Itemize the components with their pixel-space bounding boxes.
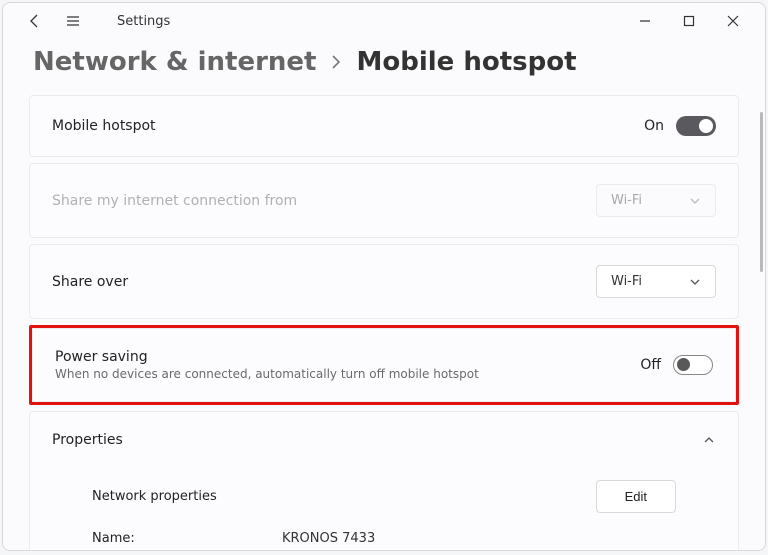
settings-window: Settings Network & internet Mobile hotsp… — [2, 2, 766, 551]
app-title: Settings — [117, 14, 170, 29]
mobile-hotspot-card[interactable]: Mobile hotspot On — [29, 95, 739, 157]
property-name-value: KRONOS 7433 — [282, 531, 375, 546]
share-over-card: Share over Wi-Fi — [29, 244, 739, 319]
power-saving-card[interactable]: Power saving When no devices are connect… — [32, 328, 736, 402]
maximize-icon[interactable] — [679, 11, 699, 31]
share-over-value: Wi-Fi — [611, 274, 642, 289]
back-icon[interactable] — [25, 11, 45, 31]
chevron-down-icon — [689, 278, 701, 286]
chevron-right-icon — [330, 54, 342, 70]
power-saving-toggle[interactable] — [673, 355, 713, 375]
network-properties-label: Network properties — [92, 489, 217, 504]
breadcrumb: Network & internet Mobile hotspot — [3, 39, 765, 95]
power-saving-highlight: Power saving When no devices are connect… — [29, 325, 739, 405]
mobile-hotspot-label: Mobile hotspot — [52, 118, 644, 134]
titlebar: Settings — [3, 3, 765, 39]
close-icon[interactable] — [723, 11, 743, 31]
content-area: Mobile hotspot On Share my internet conn… — [3, 95, 765, 550]
property-name-label: Name: — [92, 531, 242, 546]
power-saving-sub: When no devices are connected, automatic… — [55, 367, 640, 381]
scrollbar[interactable] — [760, 112, 763, 272]
share-from-label: Share my internet connection from — [52, 193, 596, 209]
power-saving-label: Power saving — [55, 349, 640, 365]
breadcrumb-parent[interactable]: Network & internet — [33, 47, 316, 77]
share-over-label: Share over — [52, 274, 596, 290]
network-properties-row: Network properties Edit — [52, 466, 716, 521]
share-over-select[interactable]: Wi-Fi — [596, 265, 716, 298]
edit-button[interactable]: Edit — [596, 480, 676, 513]
properties-card[interactable]: Properties Network properties Edit Name:… — [29, 411, 739, 550]
properties-label: Properties — [52, 432, 123, 448]
property-name-row: Name: KRONOS 7433 — [52, 521, 716, 550]
breadcrumb-current: Mobile hotspot — [356, 47, 576, 77]
share-from-value: Wi-Fi — [611, 193, 642, 208]
share-from-select[interactable]: Wi-Fi — [596, 184, 716, 217]
chevron-down-icon — [689, 197, 701, 205]
hotspot-toggle[interactable] — [676, 116, 716, 136]
share-from-card: Share my internet connection from Wi-Fi — [29, 163, 739, 238]
hamburger-icon[interactable] — [63, 11, 83, 31]
chevron-up-icon[interactable] — [702, 435, 716, 445]
minimize-icon[interactable] — [635, 11, 655, 31]
power-saving-toggle-state: Off — [640, 357, 661, 373]
hotspot-toggle-state: On — [644, 118, 664, 134]
